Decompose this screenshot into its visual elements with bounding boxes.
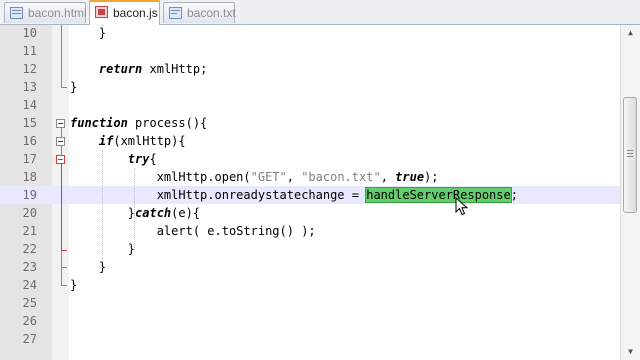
code-text: } xyxy=(70,80,78,94)
line-number: 21 xyxy=(22,224,37,238)
selected-text[interactable]: handleServerResponse xyxy=(365,187,512,203)
line-number: 24 xyxy=(22,278,37,292)
code-line: 20 }catch(e){ xyxy=(0,204,620,222)
code-text: }catch(e){ xyxy=(70,206,201,220)
line-number: 22 xyxy=(22,242,37,256)
grip-line xyxy=(627,150,633,151)
code-text: } xyxy=(70,260,107,274)
line-number: 11 xyxy=(22,44,37,58)
code-text: if(xmlHttp){ xyxy=(98,134,186,148)
scroll-up-icon[interactable]: ▲ xyxy=(621,25,640,41)
code-line: 27 xyxy=(0,330,620,348)
tab-bar: bacon.html bacon.js bacon.txt xyxy=(0,0,640,25)
line-number: 27 xyxy=(22,332,37,346)
scroll-down-icon[interactable]: ▼ xyxy=(621,344,640,360)
tab-label: bacon.js xyxy=(113,6,158,20)
string-literal: "GET" xyxy=(250,170,287,184)
line-number: 12 xyxy=(22,62,37,76)
code-line: 18 xmlHttp.open("GET", "bacon.txt", true… xyxy=(0,168,620,186)
line-number: 20 xyxy=(22,206,37,220)
code-text: try{ xyxy=(127,152,157,166)
string-literal: "bacon.txt" xyxy=(301,170,381,184)
code-editor[interactable]: 10 } 11 12 return xmlHttp; 13 } 14 15 fu… xyxy=(0,25,620,360)
keyword-function: function xyxy=(70,116,128,130)
line-number: 26 xyxy=(22,314,37,328)
js-file-icon xyxy=(95,6,108,18)
line-number: 13 xyxy=(22,80,37,94)
keyword-if: if xyxy=(98,134,114,148)
code-line: 11 xyxy=(0,42,620,60)
keyword-return: return xyxy=(98,62,143,76)
code-text: return xmlHttp; xyxy=(98,62,208,76)
code-line: 17 try{ xyxy=(0,150,620,168)
line-number: 25 xyxy=(22,296,37,310)
keyword-try: try xyxy=(127,152,150,166)
tab-label: bacon.txt xyxy=(187,6,236,20)
tab-bacon-js[interactable]: bacon.js xyxy=(89,0,160,25)
code-text: } xyxy=(70,242,136,256)
vertical-scrollbar[interactable]: ▲ ▼ xyxy=(620,25,640,360)
scrollbar-thumb[interactable] xyxy=(623,97,637,213)
code-line: 23 } xyxy=(0,258,620,276)
mouse-pointer-icon xyxy=(455,197,469,216)
code-text: function process(){ xyxy=(70,116,208,130)
line-number: 16 xyxy=(22,134,37,148)
code-text: } xyxy=(70,26,107,40)
code-line: 15 function process(){ xyxy=(0,114,620,132)
tab-bacon-html[interactable]: bacon.html xyxy=(4,2,87,23)
code-line: 16 if(xmlHttp){ xyxy=(0,132,620,150)
line-number: 14 xyxy=(22,98,37,112)
code-line: 14 xyxy=(0,96,620,114)
line-number: 15 xyxy=(22,116,37,130)
text-file-icon xyxy=(169,7,182,19)
code-line-current: 19 xmlHttp.onreadystatechange = handleSe… xyxy=(0,186,620,204)
grip-line xyxy=(627,153,633,154)
code-line: 12 return xmlHttp; xyxy=(0,60,620,78)
code-line: 25 xyxy=(0,294,620,312)
line-number: 19 xyxy=(22,188,37,202)
line-number: 18 xyxy=(22,170,37,184)
grip-line xyxy=(627,156,633,157)
line-number: 23 xyxy=(22,260,37,274)
tab-label: bacon.html xyxy=(28,6,87,20)
keyword-true: true xyxy=(395,170,425,184)
code-text: alert( e.toString() ); xyxy=(70,224,316,238)
code-line: 22 } xyxy=(0,240,620,258)
code-line: 26 xyxy=(0,312,620,330)
code-line: 24 } xyxy=(0,276,620,294)
code-text: } xyxy=(70,278,78,292)
tab-bacon-txt[interactable]: bacon.txt xyxy=(163,2,236,23)
code-text: xmlHttp.open("GET", "bacon.txt", true); xyxy=(70,170,439,184)
html-file-icon xyxy=(10,7,23,19)
line-number: 10 xyxy=(22,26,37,40)
code-line: 21 alert( e.toString() ); xyxy=(0,222,620,240)
keyword-catch: catch xyxy=(135,206,172,220)
code-line: 10 } xyxy=(0,24,620,42)
code-line: 13 } xyxy=(0,78,620,96)
line-number: 17 xyxy=(22,152,37,166)
code-text: xmlHttp.onreadystatechange = handleServe… xyxy=(70,187,518,203)
